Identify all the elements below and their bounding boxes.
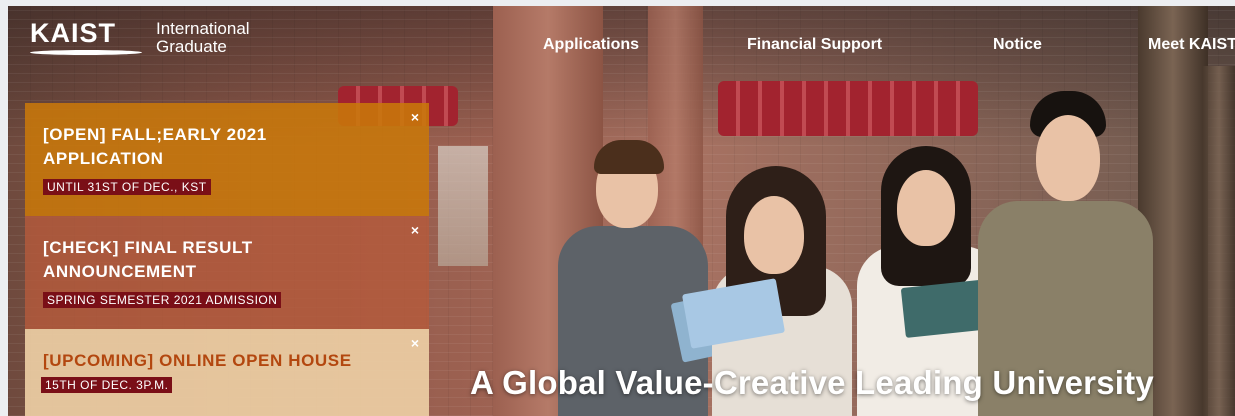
notice-card-open-house[interactable]: × [UPCOMING] ONLINE OPEN HOUSE 15TH OF D… <box>25 329 429 416</box>
notice-title: [UPCOMING] ONLINE OPEN HOUSE <box>43 349 352 373</box>
hero-tagline: A Global Value-Creative Leading Universi… <box>470 364 1154 401</box>
notice-subtitle-badge: 15TH OF DEC. 3P.M. <box>41 377 173 393</box>
notice-subtitle-badge: UNTIL 31ST OF DEC., KST <box>43 179 211 195</box>
close-icon[interactable]: × <box>411 222 419 238</box>
notice-title-line1: [UPCOMING] ONLINE OPEN HOUSE <box>43 351 352 370</box>
notice-title: [CHECK] FINAL RESULT ANNOUNCEMENT <box>43 236 253 284</box>
main-nav: Applications Financial Support Notice Me… <box>0 36 1235 56</box>
roof-tiles-right <box>718 81 978 136</box>
close-icon[interactable]: × <box>411 109 419 125</box>
notice-title-line2: APPLICATION <box>43 149 164 168</box>
notice-card-open-application[interactable]: × [OPEN] FALL;EARLY 2021 APPLICATION UNT… <box>25 103 429 216</box>
notice-title-line1: [OPEN] FALL;EARLY 2021 <box>43 125 267 144</box>
window-frame-left <box>0 0 8 416</box>
notice-title-line1: [CHECK] FINAL RESULT <box>43 238 253 257</box>
nav-applications[interactable]: Applications <box>543 36 639 54</box>
notice-card-final-result[interactable]: × [CHECK] FINAL RESULT ANNOUNCEMENT SPRI… <box>25 216 429 329</box>
notice-title-line2: ANNOUNCEMENT <box>43 262 197 281</box>
notice-subtitle-badge: SPRING SEMESTER 2021 ADMISSION <box>43 292 282 308</box>
close-icon[interactable]: × <box>411 335 419 351</box>
notice-title: [OPEN] FALL;EARLY 2021 APPLICATION <box>43 123 267 171</box>
nav-meet-kaist[interactable]: Meet KAIST <box>1148 36 1235 54</box>
window-pane <box>438 146 488 266</box>
tree-trunk-2 <box>1203 66 1235 416</box>
nav-financial-support[interactable]: Financial Support <box>747 36 882 54</box>
nav-notice[interactable]: Notice <box>993 36 1042 54</box>
